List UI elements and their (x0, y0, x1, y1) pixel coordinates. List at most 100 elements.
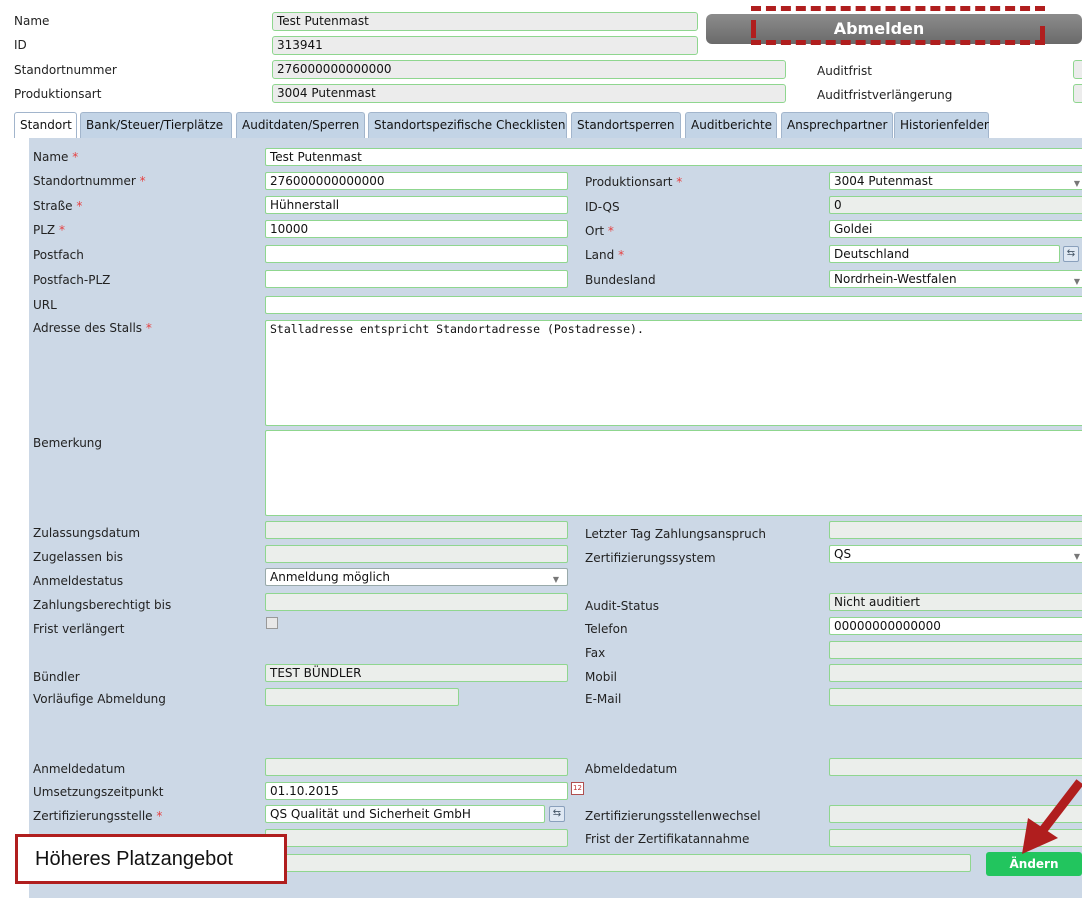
vorlaeufige-abmeldung-field (265, 688, 459, 706)
annotation-callout: Höheres Platzangebot (15, 834, 287, 884)
annotation-callout-text: Höheres Platzangebot (35, 848, 233, 870)
mobil-label: Mobil (585, 670, 617, 684)
plz-label: PLZ * (33, 223, 65, 237)
calendar-icon[interactable]: 12 (571, 782, 584, 795)
chevron-down-icon: ▼ (1073, 277, 1080, 286)
anmeldestatus-value: Anmeldung möglich (270, 570, 390, 584)
tab-bank-steuer-tierplaetze[interactable]: Bank/Steuer/Tierplätze (80, 112, 232, 138)
strasse-label: Straße * (33, 199, 83, 213)
name-label: Name * (33, 150, 79, 164)
buendler-label: Bündler (33, 670, 80, 684)
bundesland-select[interactable]: Nordrhein-Westfalen ▼ (829, 270, 1082, 288)
aendern-button-label: Ändern (1009, 857, 1059, 871)
telefon-input[interactable]: 00000000000000 (829, 617, 1082, 635)
strasse-input[interactable]: Hühnerstall (265, 196, 568, 214)
email-input[interactable] (829, 688, 1082, 706)
bundesland-label: Bundesland (585, 273, 656, 287)
header-id-field: 313941 (272, 36, 698, 55)
annotation-dashed-right (1040, 26, 1045, 44)
produktionsart-label: Produktionsart * (585, 175, 683, 189)
chevron-down-icon: ▼ (1073, 179, 1080, 188)
header-standortnummer-field: 276000000000000 (272, 60, 786, 79)
zahlungsberechtigt-bis-field (265, 593, 568, 611)
zertifizierungsstellenwechsel-label: Zertifizierungsstellenwechsel (585, 809, 761, 823)
letzter-tag-label: Letzter Tag Zahlungsanspruch (585, 527, 766, 541)
tab-standortsperren[interactable]: Standortsperren (571, 112, 681, 138)
land-lookup-icon[interactable]: ⇆ (1063, 246, 1079, 262)
postfach-label: Postfach (33, 248, 84, 262)
tab-standortspezifische-checklisten[interactable]: Standortspezifische Checklisten (368, 112, 567, 138)
frist-zertifikatannahme-label: Frist der Zertifikatannahme (585, 832, 750, 846)
tab-historienfelder[interactable]: Historienfelder (894, 112, 989, 138)
fax-input[interactable] (829, 641, 1082, 659)
header-produktionsart-field: 3004 Putenmast (272, 84, 786, 103)
mobil-input[interactable] (829, 664, 1082, 682)
id-qs-field: 0 (829, 196, 1082, 214)
ort-label: Ort * (585, 224, 614, 238)
letzter-tag-field (829, 521, 1082, 539)
header-id-label: ID (14, 38, 27, 52)
zertifizierungsstelle-lookup-icon[interactable]: ⇆ (549, 806, 565, 822)
url-input[interactable] (265, 296, 1082, 314)
anmeldedatum-label: Anmeldedatum (33, 762, 126, 776)
url-label: URL (33, 298, 57, 312)
zertifizierungssystem-select[interactable]: QS ▼ (829, 545, 1082, 563)
tab-ansprechpartner[interactable]: Ansprechpartner (781, 112, 893, 138)
email-label: E-Mail (585, 692, 622, 706)
abmeldedatum-label: Abmeldedatum (585, 762, 678, 776)
produktionsart-select[interactable]: 3004 Putenmast ▼ (829, 172, 1082, 190)
zertifizierungsstelle-label: Zertifizierungsstelle * (33, 809, 163, 823)
standortnummer-input[interactable]: 276000000000000 (265, 172, 568, 190)
tab-auditdaten-sperren[interactable]: Auditdaten/Sperren (236, 112, 365, 138)
zahlungsberechtigt-bis-label: Zahlungsberechtigt bis (33, 598, 172, 612)
vorlaeufige-abmeldung-label: Vorläufige Abmeldung (33, 692, 166, 706)
bundesland-value: Nordrhein-Westfalen (834, 272, 957, 286)
audit-status-label: Audit-Status (585, 599, 660, 613)
name-input[interactable]: Test Putenmast (265, 148, 1082, 166)
land-input[interactable]: Deutschland (829, 245, 1060, 263)
umsetzungszeitpunkt-label: Umsetzungszeitpunkt (33, 785, 164, 799)
frist-verlaengert-label: Frist verlängert (33, 622, 125, 636)
annotation-dashed-box (751, 6, 1045, 45)
header-name-field: Test Putenmast (272, 12, 698, 31)
audit-status-field: Nicht auditiert (829, 593, 1082, 611)
adresse-stall-textarea[interactable]: Stalladresse entspricht Standortadresse … (265, 320, 1082, 426)
frist-verlaengert-checkbox[interactable] (266, 617, 278, 629)
chevron-down-icon: ▼ (1073, 552, 1080, 561)
bottom-wide-field (265, 854, 971, 872)
adresse-stall-label: Adresse des Stalls * (33, 321, 152, 335)
header-name-label: Name (14, 14, 50, 28)
tab-auditberichte[interactable]: Auditberichte (685, 112, 777, 138)
abmeldedatum-field (829, 758, 1082, 776)
tab-standort[interactable]: Standort (14, 112, 77, 138)
postfach-input[interactable] (265, 245, 568, 263)
id-qs-label: ID-QS (585, 200, 620, 214)
auditfristverlaengerung-field (1073, 84, 1082, 103)
auditfristverlaengerung-label: Auditfristverlängerung (817, 88, 953, 102)
annotation-dashed-left (751, 20, 756, 38)
chevron-down-icon: ▼ (552, 575, 559, 584)
ort-input[interactable]: Goldei (829, 220, 1082, 238)
zertifizierungssystem-label: Zertifizierungssystem (585, 551, 716, 565)
hidden-row-field (265, 829, 568, 847)
anmeldedatum-field (265, 758, 568, 776)
postfach-plz-input[interactable] (265, 270, 568, 288)
bemerkung-textarea[interactable] (265, 430, 1082, 516)
fax-label: Fax (585, 646, 606, 660)
land-label: Land * (585, 248, 625, 262)
zulassungsdatum-field (265, 521, 568, 539)
auditfrist-label: Auditfrist (817, 64, 872, 78)
umsetzungszeitpunkt-input[interactable]: 01.10.2015 (265, 782, 568, 800)
header-produktionsart-label: Produktionsart (14, 87, 102, 101)
plz-input[interactable]: 10000 (265, 220, 568, 238)
anmeldestatus-label: Anmeldestatus (33, 574, 124, 588)
header-standortnummer-label: Standortnummer (14, 63, 117, 77)
buendler-field: TEST BÜNDLER (265, 664, 568, 682)
zulassungsdatum-label: Zulassungsdatum (33, 526, 141, 540)
annotation-arrow-icon (1022, 779, 1082, 854)
zugelassen-bis-label: Zugelassen bis (33, 550, 124, 564)
produktionsart-value: 3004 Putenmast (834, 174, 933, 188)
anmeldestatus-select[interactable]: Anmeldung möglich ▼ (265, 568, 568, 586)
zertifizierungsstelle-input[interactable]: QS Qualität und Sicherheit GmbH (265, 805, 545, 823)
zugelassen-bis-field (265, 545, 568, 563)
